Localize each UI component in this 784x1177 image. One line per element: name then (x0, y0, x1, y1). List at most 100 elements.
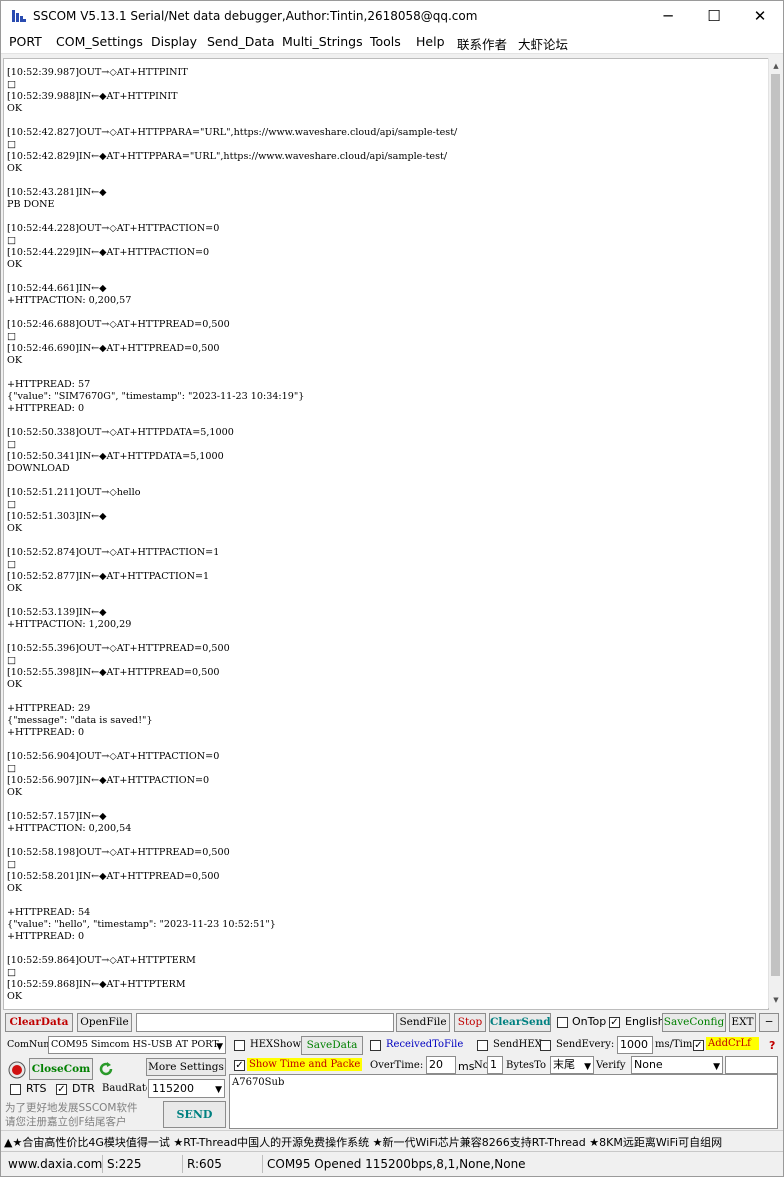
file-toolbar: ClearData OpenFile SendFile Stop ClearSe… (1, 1012, 783, 1034)
more-settings-button[interactable]: More Settings (146, 1058, 226, 1076)
close-com-button[interactable]: CloseCom (29, 1058, 93, 1080)
menu-com-settings[interactable]: COM_Settings (56, 34, 143, 49)
hex-show-checkbox[interactable] (234, 1040, 245, 1051)
terminal-line: [10:52:52.877]IN←◆AT+HTTPACTION=1 (7, 571, 210, 582)
menu-tools[interactable]: Tools (370, 34, 401, 49)
terminal-line: OK (7, 163, 23, 174)
terminal-line: OK (7, 883, 23, 894)
menu-send-data[interactable]: Send_Data (207, 34, 275, 49)
promo-line-1: 为了更好地发展SSCOM软件 (5, 1102, 138, 1114)
terminal-line: □ (7, 79, 17, 90)
minimize-icon: ─ (663, 7, 673, 25)
terminal-line: [10:52:39.987]OUT→◇AT+HTTPINIT (7, 67, 188, 78)
english-label: English (625, 1015, 665, 1028)
no-input[interactable]: 1 (487, 1056, 503, 1074)
close-button[interactable]: ✕ (737, 1, 783, 31)
menu-multi-strings[interactable]: Multi_Strings (282, 34, 363, 49)
terminal-line: □ (7, 559, 17, 570)
save-data-button[interactable]: SaveData (301, 1036, 363, 1055)
terminal-line: [10:52:39.988]IN←◆AT+HTTPINIT (7, 91, 178, 102)
file-path-input[interactable] (136, 1013, 394, 1032)
minimize-button[interactable]: ─ (645, 1, 691, 31)
terminal-line: [10:52:59.868]IN←◆AT+HTTPTERM (7, 979, 186, 990)
received-to-file-checkbox[interactable] (370, 1040, 381, 1051)
on-top-checkbox[interactable] (557, 1017, 568, 1028)
ad-ticker[interactable]: ▲★合宙高性价比4G模块值得一试 ★RT-Thread中国人的开源免费操作系统 … (1, 1130, 783, 1151)
ext-button[interactable]: EXT (729, 1013, 756, 1032)
send-every-unit: ms/Tim (655, 1039, 693, 1050)
terminal-line: +HTTPREAD: 0 (7, 403, 85, 414)
bytes-to-value: 末尾 (553, 1058, 575, 1071)
terminal-line: +HTTPREAD: 0 (7, 931, 85, 942)
refresh-icon[interactable] (97, 1060, 115, 1078)
terminal-line: OK (7, 355, 23, 366)
comnum-label: ComNum (7, 1039, 53, 1050)
terminal-line: □ (7, 763, 17, 774)
verify-select[interactable]: None ▼ (631, 1056, 723, 1074)
scroll-down-icon[interactable]: ▼ (769, 993, 783, 1007)
menu-help[interactable]: Help (416, 34, 445, 49)
comnum-select[interactable]: COM95 Simcom HS-USB AT PORT ▼ (48, 1036, 226, 1054)
show-time-checkbox[interactable]: ✓ (234, 1060, 245, 1071)
help-icon[interactable]: ? (769, 1039, 775, 1052)
menu-port[interactable]: PORT (9, 34, 42, 49)
maximize-button[interactable]: ☐ (691, 1, 737, 31)
terminal-line: {"message": "data is saved!"} (7, 715, 153, 726)
bytes-to-select[interactable]: 末尾 ▼ (550, 1056, 594, 1074)
overtime-input[interactable]: 20 (426, 1056, 456, 1074)
promo-text[interactable]: 为了更好地发展SSCOM软件 请您注册嘉立创F结尾客户 (5, 1101, 138, 1129)
send-button[interactable]: SEND (163, 1101, 226, 1128)
open-file-button[interactable]: OpenFile (77, 1013, 132, 1032)
scroll-up-icon[interactable]: ▲ (769, 59, 783, 73)
send-every-label: SendEvery: (556, 1039, 615, 1050)
terminal-line: +HTTPACTION: 1,200,29 (7, 619, 132, 630)
terminal-scrollbar[interactable]: ▲ ▼ (768, 58, 783, 1008)
send-hex-checkbox[interactable] (477, 1040, 488, 1051)
clear-data-button[interactable]: ClearData (5, 1013, 73, 1032)
terminal-line: [10:52:56.907]IN←◆AT+HTTPACTION=0 (7, 775, 210, 786)
sscom-window: SSCOM V5.13.1 Serial/Net data debugger,A… (0, 0, 784, 1177)
status-website[interactable]: www.daxia.com (4, 1155, 102, 1173)
terminal-line: +HTTPACTION: 0,200,57 (7, 295, 132, 306)
collapse-button[interactable]: ─ (759, 1013, 779, 1032)
baud-select[interactable]: 115200 ▼ (148, 1079, 225, 1098)
menu-contact-author[interactable]: 联系作者 (457, 34, 507, 53)
send-every-checkbox[interactable] (540, 1040, 551, 1051)
scrollbar-thumb[interactable] (771, 74, 780, 976)
terminal-line: [10:52:55.398]IN←◆AT+HTTPREAD=0,500 (7, 667, 220, 678)
promo-line-2: 请您注册嘉立创F结尾客户 (5, 1116, 127, 1128)
stop-button[interactable]: Stop (454, 1013, 486, 1032)
app-icon (12, 10, 26, 22)
english-checkbox[interactable]: ✓ (609, 1017, 620, 1028)
receive-terminal[interactable]: [10:52:39.987]OUT→◇AT+HTTPINIT □ [10:52:39… (3, 58, 769, 1010)
overtime-unit: ms (458, 1060, 475, 1073)
terminal-line: [10:52:58.201]IN←◆AT+HTTPREAD=0,500 (7, 871, 220, 882)
terminal-line: [10:52:46.690]IN←◆AT+HTTPREAD=0,500 (7, 343, 220, 354)
terminal-line: [10:52:57.157]IN←◆ (7, 811, 107, 822)
send-text-area[interactable]: A7670Sub (229, 1074, 778, 1129)
send-file-button[interactable]: SendFile (396, 1013, 450, 1032)
status-received-count: R:605 (182, 1155, 262, 1173)
terminal-line: {"value": "hello", "timestamp": "2023-11… (7, 919, 276, 930)
add-crlf-checkbox[interactable]: ✓ (693, 1040, 704, 1051)
status-bar: www.daxia.com S:225 R:605 COM95 Opened 1… (1, 1151, 783, 1176)
status-port-state: COM95 Opened 115200bps,8,1,None,None (262, 1155, 562, 1173)
terminal-line: OK (7, 523, 23, 534)
menu-display[interactable]: Display (151, 34, 197, 49)
save-config-button[interactable]: SaveConfig (662, 1013, 726, 1032)
dtr-checkbox[interactable]: ✓ (56, 1084, 67, 1095)
terminal-line: [10:52:53.139]IN←◆ (7, 607, 107, 618)
terminal-line: □ (7, 139, 17, 150)
clear-send-button[interactable]: ClearSend (489, 1013, 551, 1032)
menu-forum[interactable]: 大虾论坛 (518, 34, 568, 53)
terminal-line: □ (7, 331, 17, 342)
title-bar: SSCOM V5.13.1 Serial/Net data debugger,A… (1, 1, 783, 31)
rts-checkbox[interactable] (10, 1084, 21, 1095)
send-every-input[interactable]: 1000 (617, 1036, 653, 1054)
